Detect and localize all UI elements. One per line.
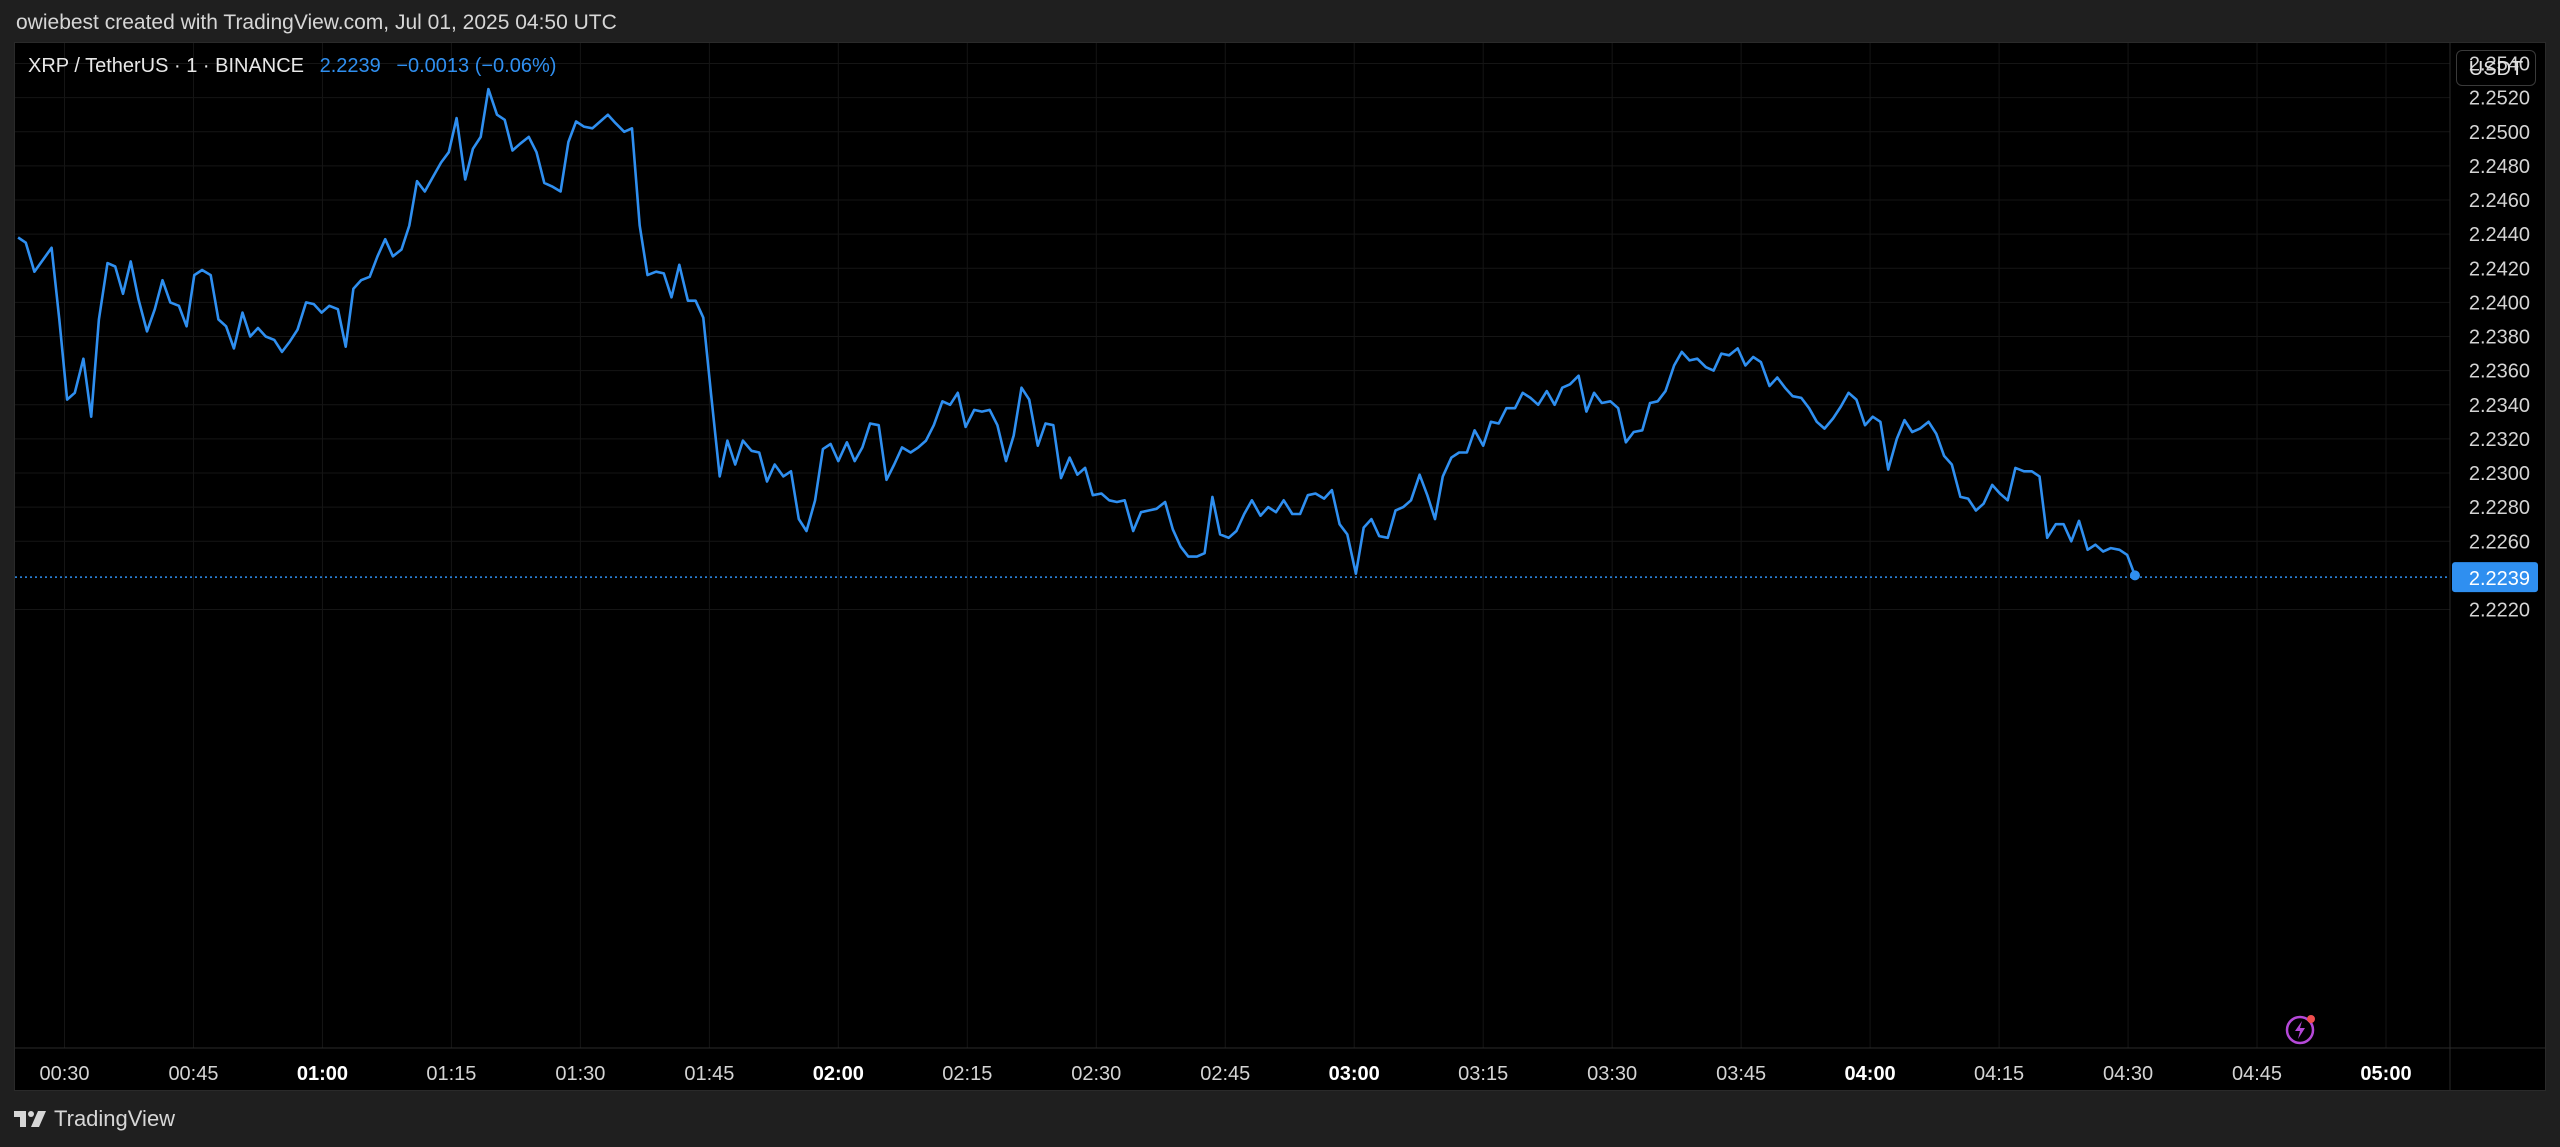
last-price-tag-label: 2.2239 xyxy=(2469,568,2530,590)
y-tick-label: 2.2260 xyxy=(2469,531,2530,553)
last-price-value: 2.2239 xyxy=(320,55,381,77)
y-tick-label: 2.2340 xyxy=(2469,395,2530,417)
brand-label: TradingView xyxy=(54,1106,175,1132)
x-tick-label: 02:30 xyxy=(1071,1063,1121,1085)
price-change-value: −0.0013 (−0.06%) xyxy=(396,55,556,77)
last-price-marker xyxy=(2130,570,2140,580)
y-tick-label: 2.2420 xyxy=(2469,258,2530,280)
x-tick-label: 00:30 xyxy=(39,1063,89,1085)
y-tick-label: 2.2360 xyxy=(2469,361,2530,383)
x-tick-label: 03:45 xyxy=(1716,1063,1766,1085)
y-tick-label: 2.2480 xyxy=(2469,156,2530,178)
x-tick-label: 04:00 xyxy=(1845,1063,1896,1085)
x-tick-label: 02:00 xyxy=(813,1063,864,1085)
y-tick-label: 2.2400 xyxy=(2469,292,2530,314)
x-tick-label: 02:15 xyxy=(942,1063,992,1085)
currency-button[interactable]: USDT xyxy=(2456,50,2536,86)
x-tick-label: 03:00 xyxy=(1329,1063,1380,1085)
y-tick-label: 2.2320 xyxy=(2469,429,2530,451)
y-tick-label: 2.2500 xyxy=(2469,122,2530,144)
x-tick-label: 01:15 xyxy=(426,1063,476,1085)
lightning-icon[interactable] xyxy=(2283,1012,2317,1046)
x-tick-label: 01:30 xyxy=(555,1063,605,1085)
symbol-label[interactable]: XRP / TetherUS · 1 · BINANCE xyxy=(28,55,304,77)
x-tick-label: 05:00 xyxy=(2360,1063,2411,1085)
y-tick-label: 2.2380 xyxy=(2469,327,2530,349)
y-tick-label: 2.2460 xyxy=(2469,190,2530,212)
price-series-line[interactable] xyxy=(18,89,2135,575)
x-tick-label: 01:00 xyxy=(297,1063,348,1085)
price-chart[interactable]: 2.25402.25202.25002.24802.24602.24402.24… xyxy=(0,0,2560,1147)
page: owiebest created with TradingView.com, J… xyxy=(0,0,2560,1147)
y-tick-label: 2.2280 xyxy=(2469,497,2530,519)
y-tick-label: 2.2520 xyxy=(2469,88,2530,110)
x-tick-label: 04:45 xyxy=(2232,1063,2282,1085)
tradingview-icon xyxy=(14,1109,48,1129)
y-tick-label: 2.2300 xyxy=(2469,463,2530,485)
x-tick-label: 03:15 xyxy=(1458,1063,1508,1085)
x-tick-label: 01:45 xyxy=(684,1063,734,1085)
x-tick-label: 03:30 xyxy=(1587,1063,1637,1085)
y-tick-label: 2.2220 xyxy=(2469,600,2530,622)
tradingview-logo[interactable]: TradingView xyxy=(14,1106,175,1132)
x-tick-label: 02:45 xyxy=(1200,1063,1250,1085)
x-tick-label: 04:15 xyxy=(1974,1063,2024,1085)
x-tick-label: 00:45 xyxy=(168,1063,218,1085)
y-tick-label: 2.2440 xyxy=(2469,224,2530,246)
symbol-legend[interactable]: XRP / TetherUS · 1 · BINANCE 2.2239 −0.0… xyxy=(28,55,556,78)
x-tick-label: 04:30 xyxy=(2103,1063,2153,1085)
